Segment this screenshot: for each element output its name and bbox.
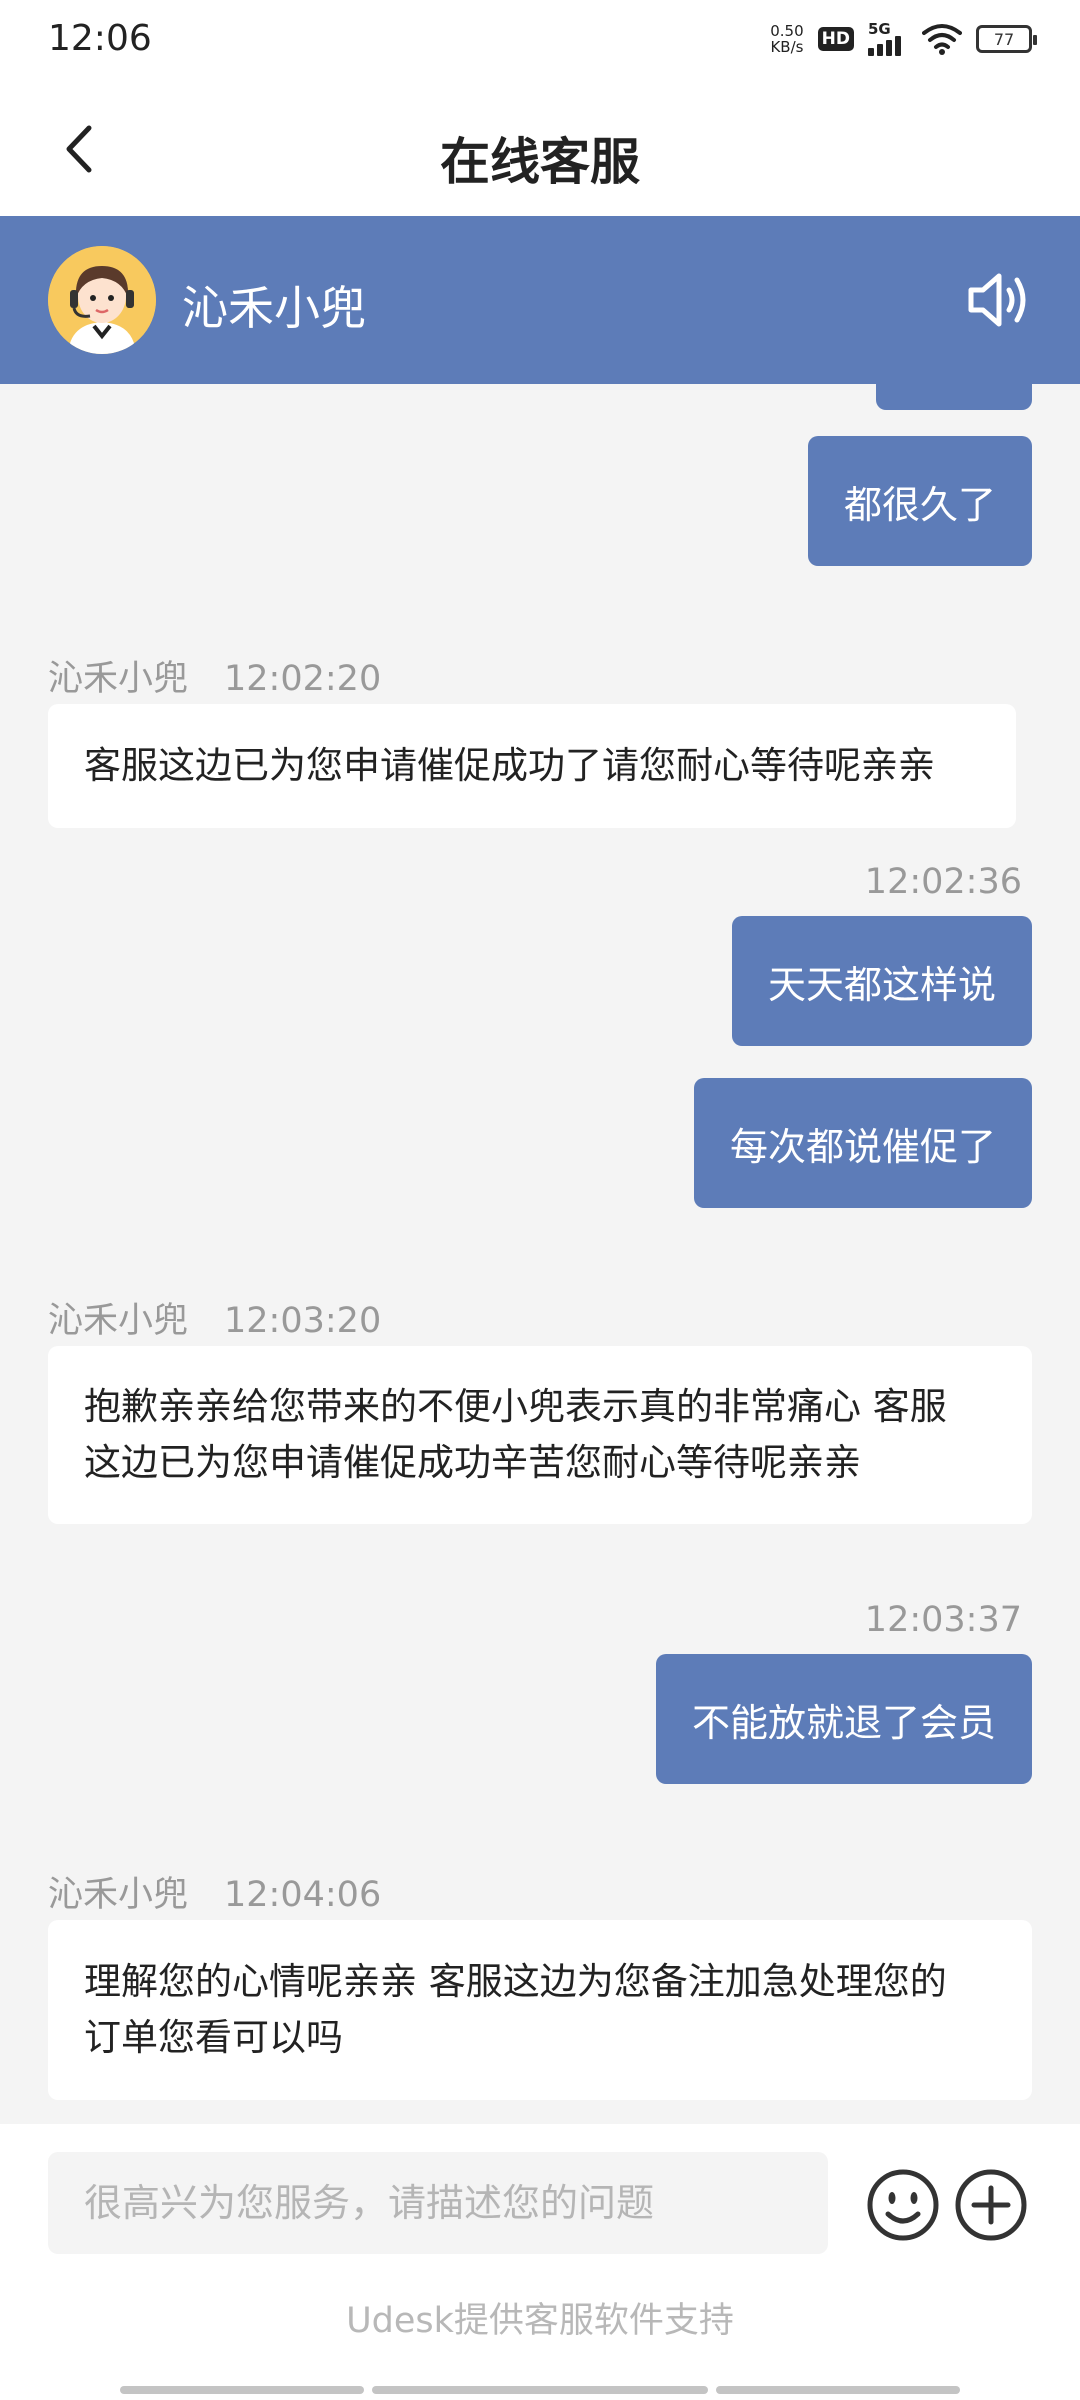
agent-name: 沁禾小兜 (182, 281, 366, 335)
message-time: 12:02:36 (864, 862, 1022, 902)
smiley-icon (867, 2169, 939, 2241)
speaker-button[interactable] (960, 260, 1040, 340)
chat-list[interactable]: 都很久了 沁禾小兜 12:02:20 客服这边已为您申请催促成功了请您耐心等待呢亲… (0, 384, 1080, 2124)
message-bubble-outgoing: 天天都这样说 (731, 916, 1032, 1046)
message-text: 不能放就退了会员 (691, 1700, 996, 1745)
sender-name: 沁禾小兜 (48, 1875, 189, 1915)
message-bubble-outgoing: 都很久了 (807, 436, 1032, 566)
speaker-icon (968, 273, 1026, 327)
message-time: 12:03:37 (864, 1600, 1022, 1640)
input-area: Udesk提供客服软件支持 (0, 2124, 1080, 2400)
title-bar: 在线客服 (0, 84, 1080, 216)
message-text: 天天都这样说 (767, 962, 996, 1007)
hd-icon: HD (817, 27, 854, 51)
message-time: 12:03:20 (224, 1301, 382, 1341)
network-type-label: 5G (868, 20, 891, 38)
message-time: 12:04:06 (224, 1875, 382, 1915)
message-bubble-incoming: 抱歉亲亲给您带来的不便小兜表示真的非常痛心 客服 这边已为您申请催促成功辛苦您耐… (48, 1346, 1032, 1524)
page-title: 在线客服 (440, 133, 640, 191)
net-speed-unit: KB/s (770, 38, 804, 56)
message-text-line: 抱歉亲亲给您带来的不便小兜表示真的非常痛心 客服 (84, 1385, 947, 1428)
status-icons: 0.50 KB/s HD 5G 77 (770, 20, 1037, 56)
battery-icon: 77 (976, 25, 1037, 53)
signal-icon: 5G (868, 20, 908, 56)
message-text-line: 订单您看可以吗 (84, 2016, 343, 2059)
plus-circle-icon (955, 2169, 1027, 2241)
message-meta: 沁禾小兜 12:03:20 (48, 1292, 381, 1343)
plus-button[interactable] (954, 2168, 1028, 2242)
net-speed-value: 0.50 (770, 22, 804, 40)
battery-level: 77 (993, 29, 1015, 49)
agent-header: 沁禾小兜 (0, 216, 1080, 384)
message-text: 客服这边已为您申请催促成功了请您耐心等待呢亲亲 (84, 744, 935, 787)
agent-avatar-icon (48, 246, 156, 354)
nav-indicator-left (120, 2386, 364, 2394)
message-bubble-incoming: 理解您的心情呢亲亲 客服这边为您备注加急处理您的 订单您看可以吗 (48, 1920, 1032, 2100)
message-text-line: 理解您的心情呢亲亲 客服这边为您备注加急处理您的 (84, 1960, 947, 2003)
message-text: 都很久了 (843, 482, 996, 527)
message-time: 12:02:20 (224, 659, 382, 699)
message-bubble-outgoing: 不能放就退了会员 (655, 1654, 1032, 1784)
emoji-button[interactable] (866, 2168, 940, 2242)
message-text-line: 这边已为您申请催促成功辛苦您耐心等待呢亲亲 (84, 1441, 861, 1484)
message-input[interactable] (48, 2152, 828, 2254)
message-meta: 沁禾小兜 12:02:20 (48, 650, 381, 701)
message-bubble-incoming: 客服这边已为您申请催促成功了请您耐心等待呢亲亲 (48, 704, 1016, 828)
status-time: 12:06 (48, 18, 152, 59)
status-bar: 12:06 0.50 KB/s HD 5G 77 (0, 0, 1080, 84)
message-meta: 沁禾小兜 12:04:06 (48, 1866, 381, 1917)
powered-by-text: Udesk提供客服软件支持 (346, 2301, 734, 2341)
sender-name: 沁禾小兜 (48, 659, 189, 699)
nav-indicator-right (716, 2386, 960, 2394)
message-text: 每次都说催促了 (729, 1124, 996, 1169)
message-bubble-outgoing: 每次都说催促了 (693, 1078, 1032, 1208)
nav-indicator-center[interactable] (372, 2386, 708, 2394)
sender-name: 沁禾小兜 (48, 1301, 189, 1341)
wifi-icon (922, 24, 962, 55)
message-bubble-partial (876, 384, 1032, 410)
net-speed: 0.50 KB/s (770, 23, 803, 55)
